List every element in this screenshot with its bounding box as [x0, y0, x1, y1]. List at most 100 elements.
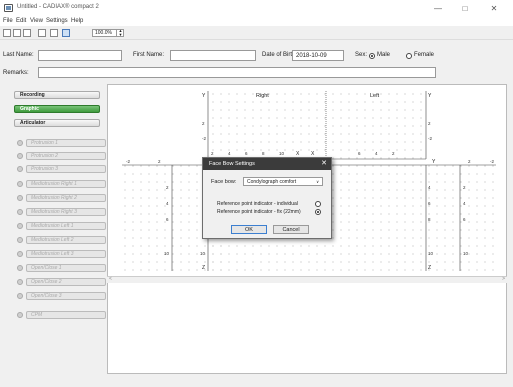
ok-button[interactable]: OK [231, 225, 267, 234]
svg-text:10: 10 [428, 251, 434, 256]
chevron-down-icon: ∨ [316, 179, 319, 184]
svg-text:-2: -2 [126, 159, 130, 164]
minimize-icon[interactable]: — [429, 3, 447, 15]
svg-text:Z: Z [428, 265, 431, 271]
menu-file[interactable]: File [3, 18, 13, 24]
status-dot-icon [17, 265, 23, 271]
ref-fix-label: Reference point indicator - fix (22mm) [217, 209, 301, 215]
maximize-icon[interactable]: □ [456, 3, 474, 15]
test-item[interactable]: Mediotrusion Right 1 [14, 180, 106, 188]
magnifier-icon[interactable] [62, 29, 70, 37]
dob-field[interactable]: 2018-10-09 [292, 50, 344, 61]
test-item[interactable]: CPM [14, 311, 106, 319]
last-name-label: Last Name: [3, 52, 34, 58]
test-item[interactable]: Open/Close 1 [14, 264, 106, 272]
svg-text:-2: -2 [202, 136, 206, 141]
menu-bar: File Edit View Settings Help [0, 18, 513, 26]
svg-text:10: 10 [164, 251, 170, 256]
test-item[interactable]: Protrusion 1 [14, 139, 106, 147]
svg-text:Y: Y [202, 93, 206, 99]
svg-text:10: 10 [463, 251, 469, 256]
app-icon [4, 4, 13, 12]
menu-edit[interactable]: Edit [16, 18, 26, 24]
status-dot-icon [17, 279, 23, 285]
save-icon[interactable] [23, 29, 31, 37]
right-label: Right [256, 93, 269, 99]
sagittal-right-grid [208, 91, 326, 159]
frontal-left-grid [426, 165, 496, 271]
svg-text:-2: -2 [490, 159, 494, 164]
test-item[interactable]: Open/Close 2 [14, 278, 106, 286]
test-item[interactable]: Open/Close 3 [14, 292, 106, 300]
facebow-value: Condylograph comfort [247, 179, 297, 185]
test-item[interactable]: Mediotrusion Right 2 [14, 194, 106, 202]
transversal-left-grid [326, 165, 426, 271]
svg-text:Z: Z [202, 265, 205, 271]
status-dot-icon [17, 195, 23, 201]
status-dot-icon [17, 181, 23, 187]
status-bar [0, 378, 513, 387]
horizontal-scrollbar[interactable]: < > [107, 276, 507, 283]
navigation-panel: Recording Graphic Articulator Protrusion… [8, 84, 106, 374]
menu-settings[interactable]: Settings [46, 18, 68, 24]
svg-text:2: 2 [468, 159, 471, 164]
remarks-field[interactable] [38, 67, 436, 78]
menu-view[interactable]: View [30, 18, 43, 24]
svg-text:10: 10 [279, 151, 285, 156]
status-dot-icon [17, 140, 23, 146]
status-dot-icon [17, 223, 23, 229]
status-dot-icon [17, 166, 23, 172]
svg-text:2: 2 [428, 121, 431, 126]
close-icon[interactable]: ✕ [485, 3, 503, 15]
status-dot-icon [17, 251, 23, 257]
face-bow-settings-dialog: Face Bow Settings ✕ Face bow: Condylogra… [202, 157, 332, 239]
status-dot-icon [17, 153, 23, 159]
print-icon[interactable] [50, 29, 58, 37]
svg-text:10: 10 [200, 251, 206, 256]
open-folder-icon[interactable] [13, 29, 21, 37]
status-dot-icon [17, 312, 23, 318]
dialog-close-icon[interactable]: ✕ [321, 158, 327, 170]
test-item[interactable]: Mediotrusion Right 3 [14, 208, 106, 216]
last-name-field[interactable] [38, 50, 122, 61]
first-name-field[interactable] [170, 50, 256, 61]
left-label: Left [370, 93, 380, 99]
remarks-label: Remarks: [3, 70, 29, 76]
toolbar: 100.0% ▲ ▼ [0, 27, 513, 40]
facebow-select[interactable]: Condylograph comfort ∨ [243, 177, 323, 186]
new-file-icon[interactable] [3, 29, 11, 37]
status-dot-icon [17, 293, 23, 299]
svg-text:2: 2 [202, 121, 205, 126]
scroll-left-icon[interactable]: < [109, 276, 112, 282]
cancel-button[interactable]: Cancel [273, 225, 309, 234]
svg-text:Y: Y [432, 159, 436, 165]
graphic-button[interactable]: Graphic [14, 105, 100, 113]
articulator-button[interactable]: Articulator [14, 119, 100, 127]
copy-icon[interactable] [38, 29, 46, 37]
sex-female-label: Female [414, 52, 435, 58]
recording-button[interactable]: Recording [14, 91, 100, 99]
test-item[interactable]: Mediotrusion Left 3 [14, 250, 106, 258]
test-item[interactable]: Protrusion 2 [14, 152, 106, 160]
sex-male-label: Male [377, 52, 391, 58]
ref-individual-label: Reference point indicator - individual [217, 201, 298, 207]
ref-individual-radio[interactable] [315, 201, 321, 207]
svg-text:2: 2 [158, 159, 161, 164]
first-name-label: First Name: [133, 52, 165, 58]
test-item[interactable]: Mediotrusion Left 1 [14, 222, 106, 230]
dialog-title: Face Bow Settings [203, 158, 331, 170]
sex-male-radio[interactable] [369, 53, 375, 59]
sagittal-left-grid [326, 91, 426, 159]
scroll-right-icon[interactable]: > [502, 276, 505, 282]
test-item[interactable]: Mediotrusion Left 2 [14, 236, 106, 244]
window-title: Untitled - CADIAX® compact 2 [17, 4, 99, 10]
zoom-spinner-icon[interactable]: ▲ ▼ [116, 29, 124, 37]
test-item[interactable]: Protrusion 3 [14, 165, 106, 173]
ref-fix-radio[interactable] [315, 209, 321, 215]
svg-text:-2: -2 [428, 136, 432, 141]
svg-text:Y: Y [428, 93, 432, 99]
sex-female-radio[interactable] [406, 53, 412, 59]
menu-help[interactable]: Help [71, 18, 83, 24]
facebow-label: Face bow: [211, 179, 237, 185]
title-bar: Untitled - CADIAX® compact 2 — □ ✕ [0, 0, 513, 18]
